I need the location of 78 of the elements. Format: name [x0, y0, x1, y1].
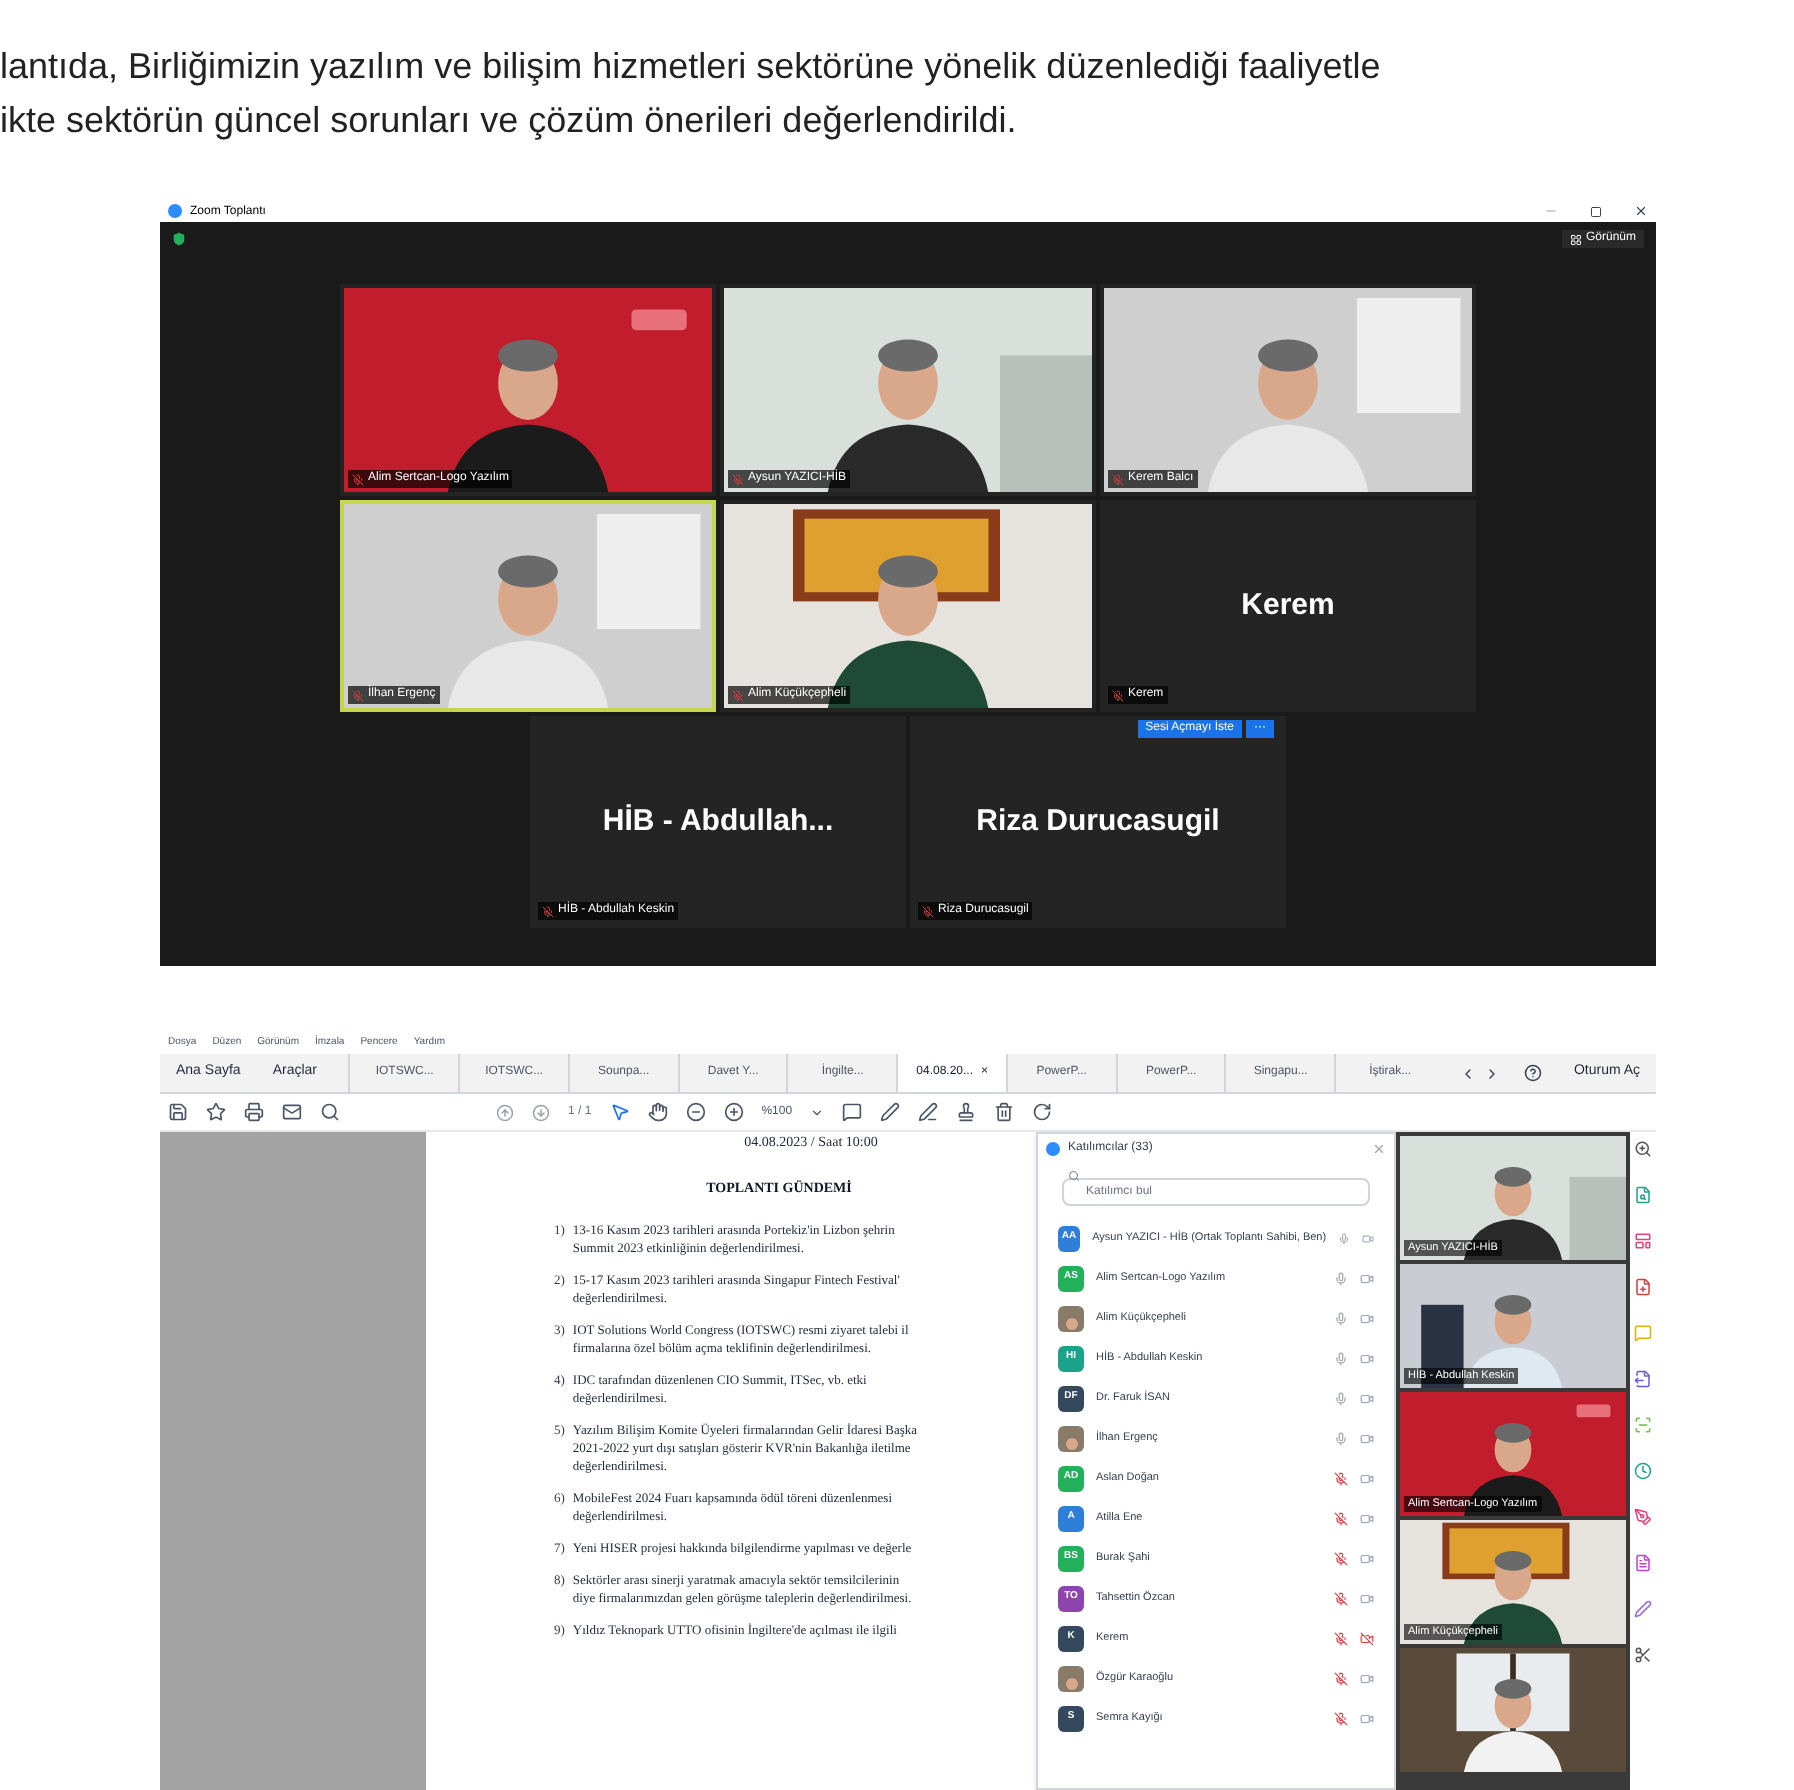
zoom-in-icon[interactable] [1634, 1140, 1652, 1158]
dropdown-icon[interactable] [810, 1105, 825, 1119]
comment-icon[interactable] [842, 1102, 863, 1122]
scissors-icon[interactable] [1634, 1646, 1652, 1664]
print-icon[interactable] [244, 1102, 264, 1122]
trash-icon[interactable] [994, 1102, 1015, 1122]
pen-tool-icon[interactable] [1634, 1508, 1652, 1526]
save-icon[interactable] [168, 1102, 188, 1122]
zoom-in-icon[interactable] [723, 1102, 744, 1122]
mic-muted-icon[interactable] [1334, 1511, 1348, 1525]
mic-icon[interactable] [1338, 1231, 1351, 1245]
search-icon [1068, 1170, 1080, 1182]
mic-muted-icon [922, 905, 934, 917]
signature-icon[interactable] [918, 1102, 939, 1122]
pen-icon[interactable] [1634, 1600, 1652, 1618]
article-text: lantıda, Birliğimizin yazılım ve bilişim hizmetleri sektörüne yönelik düzenlediği faaliyetle [0, 44, 1383, 90]
avatar [1058, 1305, 1084, 1331]
mic-muted-icon[interactable] [1334, 1671, 1348, 1685]
mic-muted-icon [1112, 473, 1124, 485]
participant-display-name: Kerem [1241, 585, 1335, 626]
pointer-icon[interactable] [609, 1102, 630, 1122]
security-shield-icon [172, 232, 186, 246]
camera-icon[interactable] [1360, 1551, 1374, 1565]
star-icon[interactable] [206, 1102, 226, 1122]
participant-display-name: Riza Durucasugil [976, 801, 1220, 842]
mic-muted-icon [352, 473, 364, 485]
clock-icon[interactable] [1634, 1462, 1652, 1480]
avatar [1058, 1425, 1084, 1451]
maximize-icon[interactable] [1590, 205, 1602, 217]
file-export-icon[interactable] [1634, 1370, 1652, 1388]
camera-icon[interactable] [1360, 1671, 1374, 1685]
camera-icon[interactable] [1360, 1711, 1374, 1725]
camera-icon[interactable] [1360, 1511, 1374, 1525]
scan-icon[interactable] [1634, 1416, 1652, 1434]
camera-icon[interactable] [1360, 1471, 1374, 1485]
mic-muted-icon [352, 689, 364, 701]
avatar [1058, 1665, 1084, 1691]
file-plus-icon[interactable] [1634, 1278, 1652, 1296]
participant-display-name: HİB - Abdullah... [602, 801, 834, 842]
previous-page-icon[interactable] [496, 1103, 514, 1121]
camera-icon[interactable] [1360, 1591, 1374, 1605]
next-page-icon[interactable] [532, 1103, 550, 1121]
camera-off-icon[interactable] [1360, 1631, 1374, 1645]
close-icon[interactable] [1634, 204, 1648, 218]
camera-icon[interactable] [1360, 1391, 1374, 1405]
mic-icon[interactable] [1334, 1311, 1348, 1325]
mic-icon[interactable] [1334, 1431, 1348, 1445]
mic-muted-icon[interactable] [1334, 1711, 1348, 1725]
mic-muted-icon[interactable] [1334, 1591, 1348, 1605]
rotate-icon[interactable] [1032, 1102, 1053, 1122]
mic-icon[interactable] [1334, 1351, 1348, 1365]
camera-icon[interactable] [1360, 1431, 1374, 1445]
zoom-out-icon[interactable] [685, 1102, 706, 1122]
camera-icon[interactable] [1360, 1311, 1374, 1325]
stamp-icon[interactable] [956, 1102, 977, 1122]
file-search-icon[interactable] [1634, 1186, 1652, 1204]
mic-muted-icon [542, 905, 554, 917]
app-icon [1046, 1141, 1060, 1155]
hand-icon[interactable] [647, 1102, 668, 1122]
mic-muted-icon[interactable] [1334, 1631, 1348, 1645]
mic-muted-icon[interactable] [1334, 1551, 1348, 1565]
mic-icon[interactable] [1334, 1391, 1348, 1405]
mic-muted-icon [1112, 689, 1124, 701]
app-icon [168, 204, 182, 218]
mail-icon[interactable] [282, 1102, 302, 1122]
layout-icon[interactable] [1634, 1232, 1652, 1250]
grid-icon [1569, 233, 1582, 245]
mic-muted-icon [732, 473, 744, 485]
article-text: ikte sektörün güncel sorunları ve çözüm önerileri değerlendirildi. [0, 98, 1019, 144]
mic-muted-icon [732, 689, 744, 701]
mic-icon[interactable] [1334, 1271, 1348, 1285]
camera-icon[interactable] [1360, 1271, 1374, 1285]
help-icon[interactable] [1523, 1064, 1542, 1082]
pen-icon[interactable] [880, 1102, 901, 1122]
file-icon[interactable] [1634, 1554, 1652, 1572]
search-icon[interactable] [320, 1102, 340, 1122]
camera-icon[interactable] [1360, 1351, 1374, 1365]
mic-muted-icon[interactable] [1334, 1471, 1348, 1485]
